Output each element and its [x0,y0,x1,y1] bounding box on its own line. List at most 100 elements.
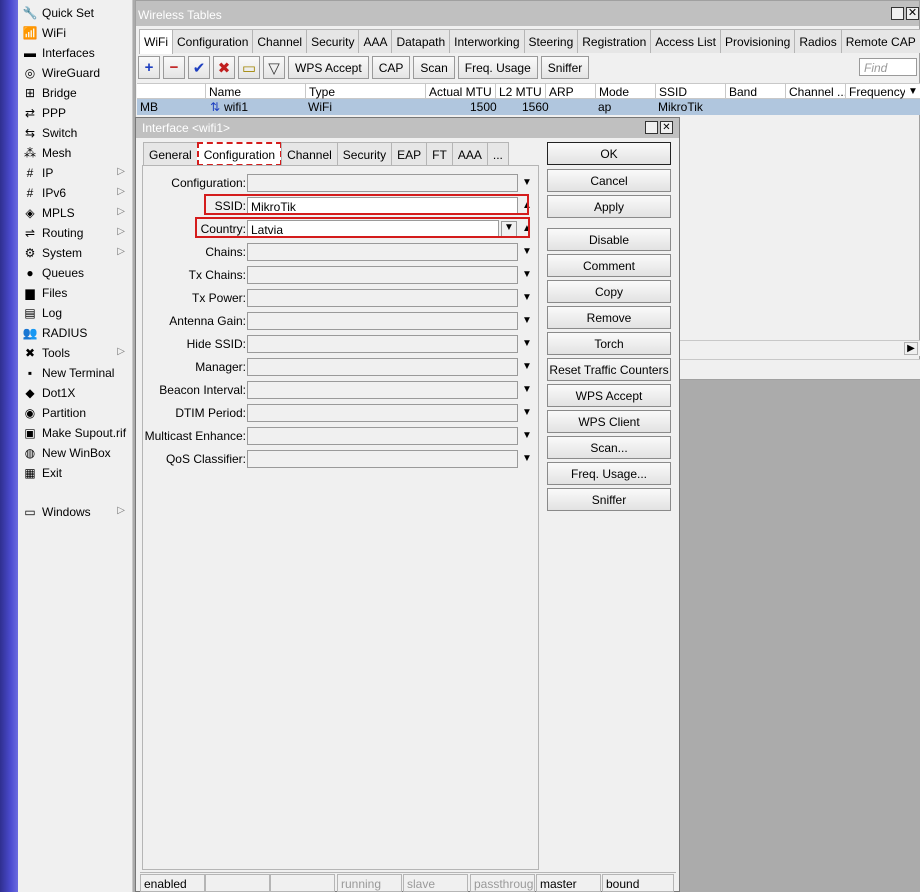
column-header-l2-mtu[interactable]: L2 MTU [495,84,545,100]
sidebar-item-tools[interactable]: ✖ Tools ▷ [18,343,133,363]
scroll-right-icon[interactable]: ▶ [904,342,918,355]
tab-wifi[interactable]: WiFi [139,29,173,54]
comment-icon[interactable]: ▭ [238,56,260,79]
sidebar-item-ppp[interactable]: ⇄ PPP [18,103,133,123]
tab-channel[interactable]: Channel [252,29,308,53]
column-header-name[interactable]: Name [205,84,305,100]
close-icon[interactable]: ✕ [906,7,919,20]
column-header-arp[interactable]: ARP [545,84,595,100]
remove-button[interactable]: Remove [547,306,671,329]
chains-field[interactable] [247,243,518,261]
sidebar-item-windows[interactable]: ▭ Windows ▷ [18,502,133,522]
antenna-gain-field[interactable] [247,312,518,330]
comment-button[interactable]: Comment [547,254,671,277]
qos-classifier-field[interactable] [247,450,518,468]
tab-configuration[interactable]: Configuration [172,29,254,53]
copy-button[interactable]: Copy [547,280,671,303]
dtim-period-field[interactable] [247,404,518,422]
tab-steering[interactable]: Steering [523,29,579,53]
sidebar-item-switch[interactable]: ⇆ Switch [18,123,133,143]
table-row[interactable]: MB ⇅ wifi1 WiFi 1500 1560 ap MikroTik [137,99,920,115]
dialog-tab-general[interactable]: General [143,142,198,166]
cancel-button[interactable]: Cancel [547,169,671,192]
tab-access-list[interactable]: Access List [650,29,721,53]
dialog-titlebar[interactable]: Interface <wifi1> [136,118,679,138]
sidebar-item-interfaces[interactable]: ▬ Interfaces [18,43,133,63]
expand-down-icon[interactable]: ▼ [521,407,533,419]
tab-remote-cap[interactable]: Remote CAP [840,29,920,53]
sidebar-item-ip[interactable]: # IP ▷ [18,163,133,183]
maximize-icon[interactable] [891,7,904,20]
beacon-interval-field[interactable] [247,381,518,399]
ok-button[interactable]: OK [547,142,671,165]
sidebar-item-radius[interactable]: 👥 RADIUS [18,323,133,343]
hide-ssid-field[interactable] [247,335,518,353]
dialog-tab-aaa[interactable]: AAA [451,142,488,166]
disable-button[interactable]: Disable [547,228,671,251]
freq-usage-button[interactable]: Freq. Usage [457,56,538,79]
column-header-frequency[interactable]: Frequency [845,84,905,100]
tx-chains-field[interactable] [247,266,518,284]
find-input[interactable]: Find [859,58,917,76]
expand-down-icon[interactable]: ▼ [521,292,533,304]
wps-accept-button[interactable]: WPS Accept [288,56,369,79]
sidebar-item-ipv6[interactable]: # IPv6 ▷ [18,183,133,203]
manager-field[interactable] [247,358,518,376]
disable-icon[interactable]: ✖ [213,56,235,79]
wireless-tables-titlebar[interactable]: Wireless Tables [136,1,919,26]
apply-button[interactable]: Apply [547,195,671,218]
sidebar-item-mpls[interactable]: ◈ MPLS ▷ [18,203,133,223]
sidebar-item-partition[interactable]: ◉ Partition [18,403,133,423]
filter-icon[interactable]: ▽ [263,56,285,79]
tab-registration[interactable]: Registration [577,29,652,53]
expand-down-icon[interactable]: ▼ [521,246,533,258]
cap-button[interactable]: CAP [371,56,411,79]
expand-down-icon[interactable]: ▼ [521,338,533,350]
enable-icon[interactable]: ✔ [188,56,210,79]
tab-aaa[interactable]: AAA [358,29,393,53]
dialog-tab-configuration[interactable]: Configuration [196,142,283,166]
dropdown-arrow-icon[interactable]: ▼ [501,221,517,237]
collapse-up-icon[interactable]: ▲ [521,223,533,235]
wps-accept-button[interactable]: WPS Accept [547,384,671,407]
sidebar-item-wifi[interactable]: 📶 WiFi [18,23,133,43]
tx-power-field[interactable] [247,289,518,307]
column-header-ssid[interactable]: SSID [655,84,725,100]
scan-button[interactable]: Scan [413,56,455,79]
dialog-tab-eap[interactable]: EAP [391,142,428,166]
reset-traffic-counters-button[interactable]: Reset Traffic Counters [547,358,671,381]
expand-down-icon[interactable]: ▼ [521,430,533,442]
expand-down-icon[interactable]: ▼ [521,384,533,396]
sidebar-item-queues[interactable]: ● Queues [18,263,133,283]
country-field[interactable]: Latvia [247,220,499,238]
column-chooser-icon[interactable]: ▼ [905,84,920,99]
add-icon[interactable]: + [138,56,160,79]
sidebar-item-exit[interactable]: ▦ Exit [18,463,133,483]
sidebar-item-quick-set[interactable]: 🔧 Quick Set [18,3,133,23]
torch-button[interactable]: Torch [547,332,671,355]
freq-usage-button[interactable]: Freq. Usage... [547,462,671,485]
ssid-field[interactable]: MikroTik [247,197,518,215]
expand-down-icon[interactable]: ▼ [521,315,533,327]
sidebar-item-routing[interactable]: ⇌ Routing ▷ [18,223,133,243]
sidebar-item-new-winbox[interactable]: ◍ New WinBox [18,443,133,463]
expand-down-icon[interactable]: ▼ [521,361,533,373]
column-header-channel[interactable]: Channel ... [785,84,845,100]
sidebar-item-dot1x[interactable]: ◆ Dot1X [18,383,133,403]
sniffer-button[interactable]: Sniffer [540,56,590,79]
expand-down-icon[interactable]: ▼ [521,269,533,281]
sidebar-item-mesh[interactable]: ⁂ Mesh [18,143,133,163]
maximize-icon[interactable] [645,121,658,134]
tab-security[interactable]: Security [306,29,360,53]
dialog-tab-channel[interactable]: Channel [281,142,338,166]
sidebar-item-log[interactable]: ▤ Log [18,303,133,323]
expand-down-icon[interactable]: ▼ [521,177,533,189]
sidebar-item-bridge[interactable]: ⊞ Bridge [18,83,133,103]
column-header-type[interactable]: Type [305,84,425,100]
sidebar-item-make-supout-rif[interactable]: ▣ Make Supout.rif [18,423,133,443]
sidebar-item-files[interactable]: ▆ Files [18,283,133,303]
column-header-band[interactable]: Band [725,84,785,100]
sidebar-item-wireguard[interactable]: ◎ WireGuard [18,63,133,83]
dialog-tab-more[interactable]: ... [486,142,509,166]
wps-client-button[interactable]: WPS Client [547,410,671,433]
